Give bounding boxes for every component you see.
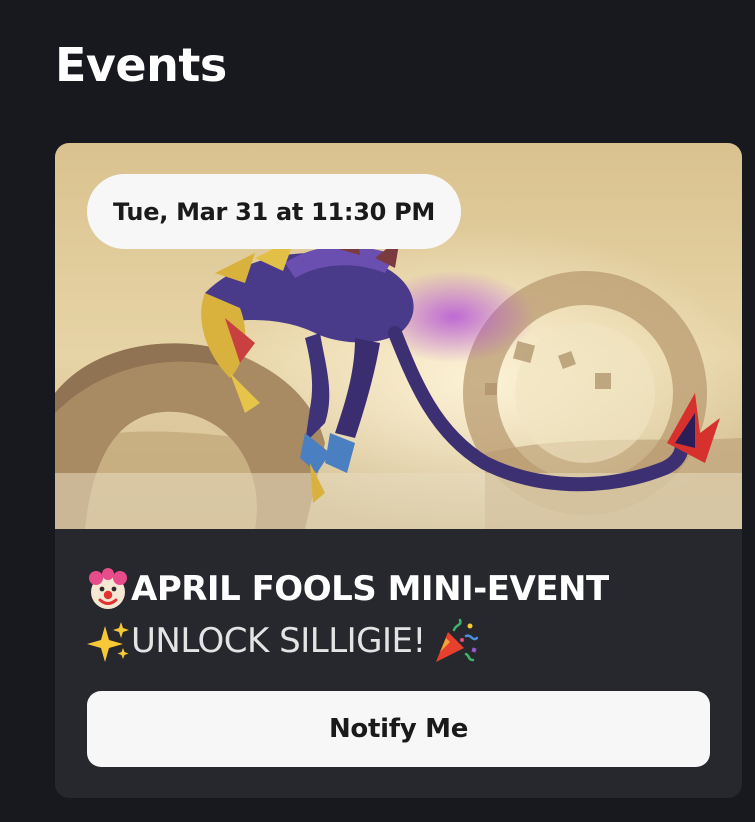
clown-face-icon: [85, 566, 131, 612]
events-section-title: Events: [55, 38, 227, 92]
event-date-badge: Tue, Mar 31 at 11:30 PM: [87, 174, 461, 249]
party-popper-icon: [432, 618, 478, 664]
notify-me-button[interactable]: Notify Me: [87, 691, 710, 767]
event-title: APRIL FOOLS MINI-EVENT UNLOCK SILLIGIE!: [85, 563, 725, 667]
sparkles-icon: [85, 618, 131, 664]
event-title-text-2: UNLOCK SILLIGIE!: [131, 621, 426, 661]
event-card[interactable]: Tue, Mar 31 at 11:30 PM APRIL FOOLS MINI…: [55, 143, 742, 798]
event-title-line-1: APRIL FOOLS MINI-EVENT: [85, 563, 725, 615]
event-banner-image[interactable]: Tue, Mar 31 at 11:30 PM: [55, 143, 742, 529]
event-title-line-2: UNLOCK SILLIGIE!: [85, 615, 725, 667]
event-title-text-1: APRIL FOOLS MINI-EVENT: [131, 569, 609, 609]
events-page: Events Tue, Mar 31 at 11:30 PM APRIL FOO…: [0, 0, 755, 822]
